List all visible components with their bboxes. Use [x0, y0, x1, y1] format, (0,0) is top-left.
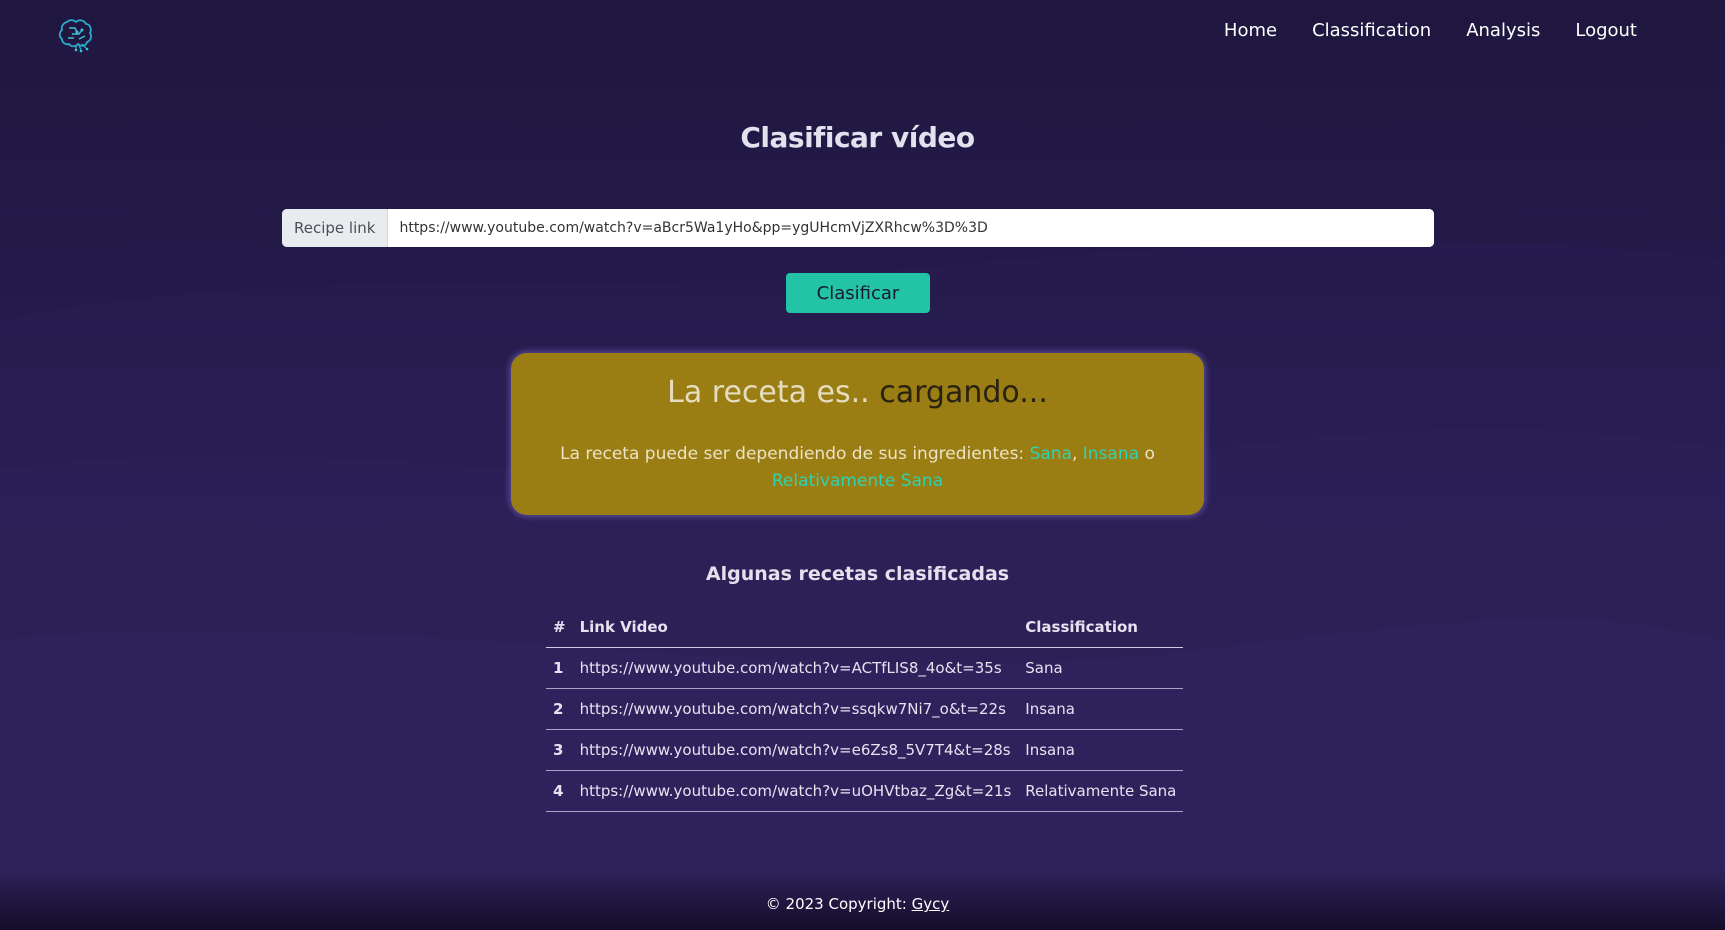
row-classification: Insana: [1018, 688, 1184, 730]
classify-button[interactable]: Clasificar: [786, 273, 930, 313]
footer: © 2023 Copyright: Gycy: [0, 868, 1725, 930]
row-classification: Sana: [1018, 647, 1184, 689]
nav-link-logout[interactable]: Logout: [1575, 20, 1637, 41]
result-card: La receta es.. cargando... La receta pue…: [511, 353, 1204, 515]
nav-links: Home Classification Analysis Logout: [1224, 20, 1637, 41]
row-link: https://www.youtube.com/watch?v=ACTfLIS8…: [572, 647, 1019, 689]
header-link-video: Link Video: [572, 606, 1019, 648]
row-classification: Relativamente Sana: [1018, 770, 1184, 812]
nav-link-analysis[interactable]: Analysis: [1466, 20, 1540, 41]
table-row: 2 https://www.youtube.com/watch?v=ssqkw7…: [546, 688, 1184, 730]
classified-recipes-title: Algunas recetas clasificadas: [705, 563, 1010, 585]
nav-link-home[interactable]: Home: [1224, 20, 1277, 41]
header-number: #: [546, 606, 573, 648]
footer-text: © 2023 Copyright: Gycy: [0, 895, 1715, 913]
header-classification: Classification: [1018, 606, 1184, 648]
result-prefix: La receta es..: [667, 375, 880, 410]
recipe-link-input[interactable]: [388, 209, 1434, 247]
tag-sana: Sana: [1029, 444, 1072, 464]
result-state: cargando...: [879, 375, 1048, 410]
tag-or: o: [1139, 444, 1155, 464]
classified-recipes-table: # Link Video Classification 1 https://ww…: [546, 606, 1184, 812]
table-row: 1 https://www.youtube.com/watch?v=ACTfLI…: [546, 647, 1184, 689]
table-row: 4 https://www.youtube.com/watch?v=uOHVtb…: [546, 770, 1184, 812]
row-link: https://www.youtube.com/watch?v=ssqkw7Ni…: [572, 688, 1019, 730]
nav-link-classification[interactable]: Classification: [1312, 20, 1431, 41]
result-description: La receta puede ser dependiendo de sus i…: [551, 441, 1164, 495]
copyright-text: © 2023 Copyright:: [765, 895, 912, 913]
navbar: Home Classification Analysis Logout: [0, 0, 1725, 66]
page-title: Clasificar vídeo: [740, 121, 975, 154]
table-row: 3 https://www.youtube.com/watch?v=e6Zs8_…: [546, 729, 1184, 771]
row-link: https://www.youtube.com/watch?v=e6Zs8_5V…: [572, 729, 1019, 771]
table-header-row: # Link Video Classification: [546, 606, 1184, 648]
result-title: La receta es.. cargando...: [511, 375, 1204, 410]
tag-separator: ,: [1071, 444, 1083, 464]
row-number: 2: [546, 688, 573, 730]
tag-relativamente-sana: Relativamente Sana: [771, 471, 944, 491]
row-number: 4: [546, 770, 573, 812]
row-number: 1: [546, 647, 573, 689]
footer-author-link[interactable]: Gycy: [912, 895, 950, 913]
result-desc-prefix: La receta puede ser dependiendo de sus i…: [560, 444, 1030, 464]
brain-circuit-icon[interactable]: [57, 14, 97, 54]
recipe-link-group: Recipe link: [282, 209, 1434, 247]
row-number: 3: [546, 729, 573, 771]
recipe-link-label: Recipe link: [282, 209, 389, 247]
tag-insana: Insana: [1082, 444, 1140, 464]
row-classification: Insana: [1018, 729, 1184, 771]
row-link: https://www.youtube.com/watch?v=uOHVtbaz…: [572, 770, 1019, 812]
